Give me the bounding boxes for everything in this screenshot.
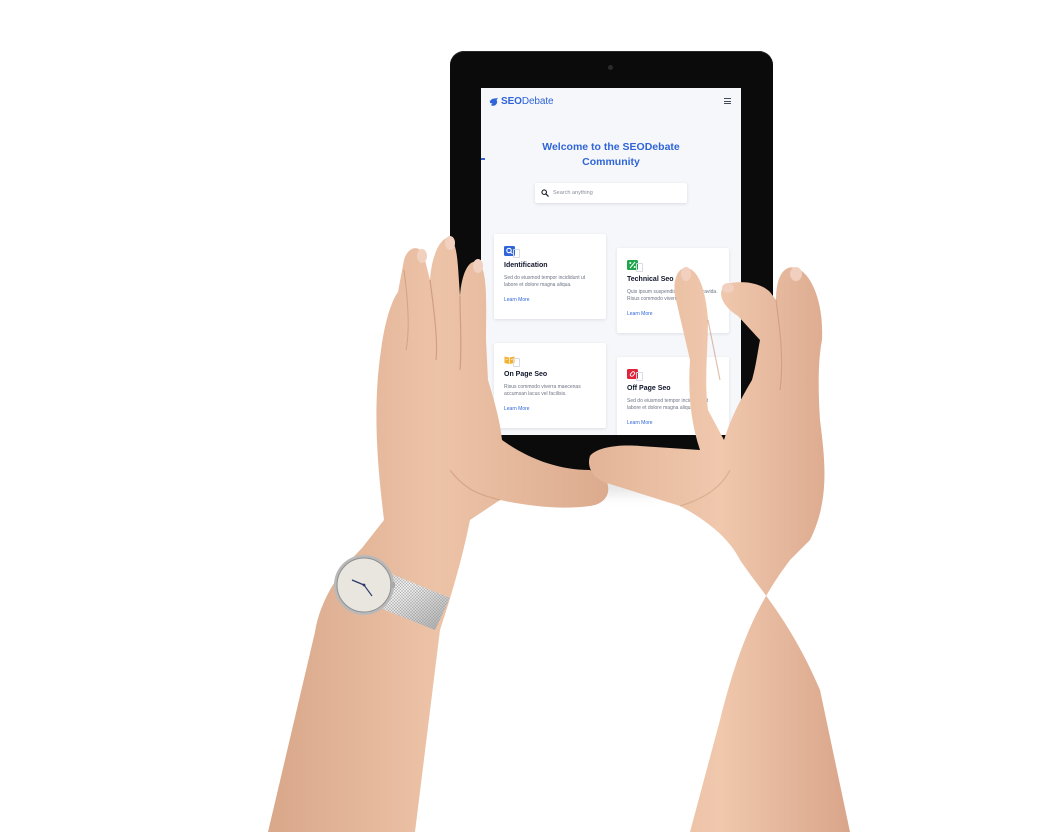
card-technical-seo: Technical Seo Quis ipsum suspendisse ult…: [617, 248, 729, 333]
hamburger-menu-icon[interactable]: [724, 98, 731, 104]
card-description: Sed do eiusmod tempor incididunt ut labo…: [504, 275, 586, 288]
hero-heading-line-2: Community: [582, 156, 640, 168]
card-identification: Identification Sed do eiusmod tempor inc…: [494, 234, 606, 319]
device-shadow: [446, 470, 776, 494]
search-box[interactable]: [535, 183, 687, 203]
card-description: Quis ipsum suspendisse ultrices gravida.…: [627, 289, 718, 302]
card-title: Off Page Seo: [627, 385, 671, 392]
logo-regular-text: Debate: [521, 96, 554, 107]
learn-more-link[interactable]: Learn More: [504, 297, 530, 303]
logo-wordmark: SEODebate: [501, 96, 554, 107]
card-on-page-seo: On Page Seo Risus commodo viverra maecen…: [494, 343, 606, 428]
icon-outline-decoration: [636, 263, 643, 272]
card-description: Sed do eiusmod tempor incididunt ut labo…: [627, 398, 709, 411]
front-camera: [608, 65, 613, 70]
top-navbar: SEODebate: [481, 88, 741, 116]
card-title: Identification: [504, 262, 548, 269]
tablet-screen: SEODebate Welcome to the SEODebate Commu…: [481, 88, 741, 435]
search-input[interactable]: [553, 186, 683, 200]
card-title: Technical Seo: [627, 276, 674, 283]
hero-heading-line-1: Welcome to the SEODebate: [542, 141, 680, 153]
tablet-device: SEODebate Welcome to the SEODebate Commu…: [450, 51, 773, 473]
learn-more-link[interactable]: Learn More: [504, 406, 530, 412]
icon-outline-decoration: [513, 358, 520, 367]
learn-more-link[interactable]: Learn More: [627, 311, 653, 317]
icon-outline-decoration: [636, 372, 643, 381]
hero-heading: Welcome to the SEODebate Community: [481, 140, 741, 170]
photo-stage: SEODebate Welcome to the SEODebate Commu…: [0, 0, 1047, 832]
icon-outline-decoration: [513, 249, 520, 258]
search-icon: [541, 189, 549, 197]
card-title: On Page Seo: [504, 371, 548, 378]
card-description: Risus commodo viverra maecenas accumsan …: [504, 384, 581, 397]
logo-bold-text: SEO: [501, 96, 522, 107]
learn-more-link[interactable]: Learn More: [627, 420, 653, 426]
bird-logo-icon: [489, 98, 498, 106]
site-logo[interactable]: SEODebate: [489, 96, 554, 107]
card-off-page-seo: Off Page Seo Sed do eiusmod tempor incid…: [617, 357, 729, 435]
